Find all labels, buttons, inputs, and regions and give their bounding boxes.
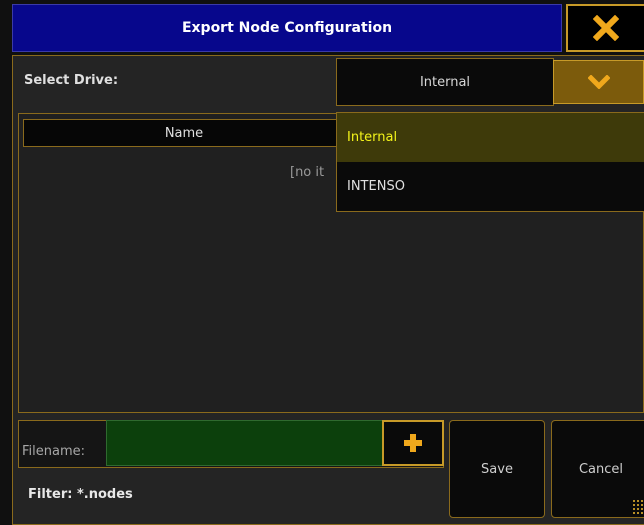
save-label: Save — [481, 461, 513, 477]
select-drive-label: Select Drive: — [24, 73, 119, 88]
filename-label: Filename: — [22, 444, 86, 459]
plus-icon — [404, 434, 422, 452]
add-button[interactable] — [382, 420, 444, 466]
cancel-button[interactable]: Cancel — [551, 420, 644, 518]
drive-option-label: INTENSO — [347, 179, 405, 194]
resize-grip-icon[interactable] — [632, 499, 644, 515]
filter-text: Filter: *.nodes — [28, 487, 133, 502]
drive-option-label: Internal — [347, 130, 398, 145]
dialog-title-bar: Export Node Configuration — [12, 4, 562, 52]
drive-option-internal[interactable]: Internal — [337, 113, 644, 162]
save-button[interactable]: Save — [449, 420, 545, 518]
drive-select-value: Internal — [419, 74, 471, 90]
close-icon — [593, 15, 619, 41]
close-button[interactable] — [566, 4, 644, 52]
column-header-label: Name — [164, 125, 204, 141]
chevron-down-icon — [587, 75, 610, 89]
drive-dropdown-menu: Internal INTENSO — [336, 112, 644, 212]
drive-dropdown-button[interactable] — [553, 60, 644, 104]
empty-list-text: [no it — [290, 165, 325, 180]
drive-option-intenso[interactable]: INTENSO — [337, 162, 644, 211]
background-edge — [0, 0, 10, 522]
dialog-title: Export Node Configuration — [181, 20, 393, 36]
drive-select[interactable]: Internal — [336, 58, 554, 106]
column-header-name[interactable]: Name — [23, 119, 345, 147]
filename-input[interactable] — [106, 420, 384, 466]
cancel-label: Cancel — [578, 461, 624, 477]
